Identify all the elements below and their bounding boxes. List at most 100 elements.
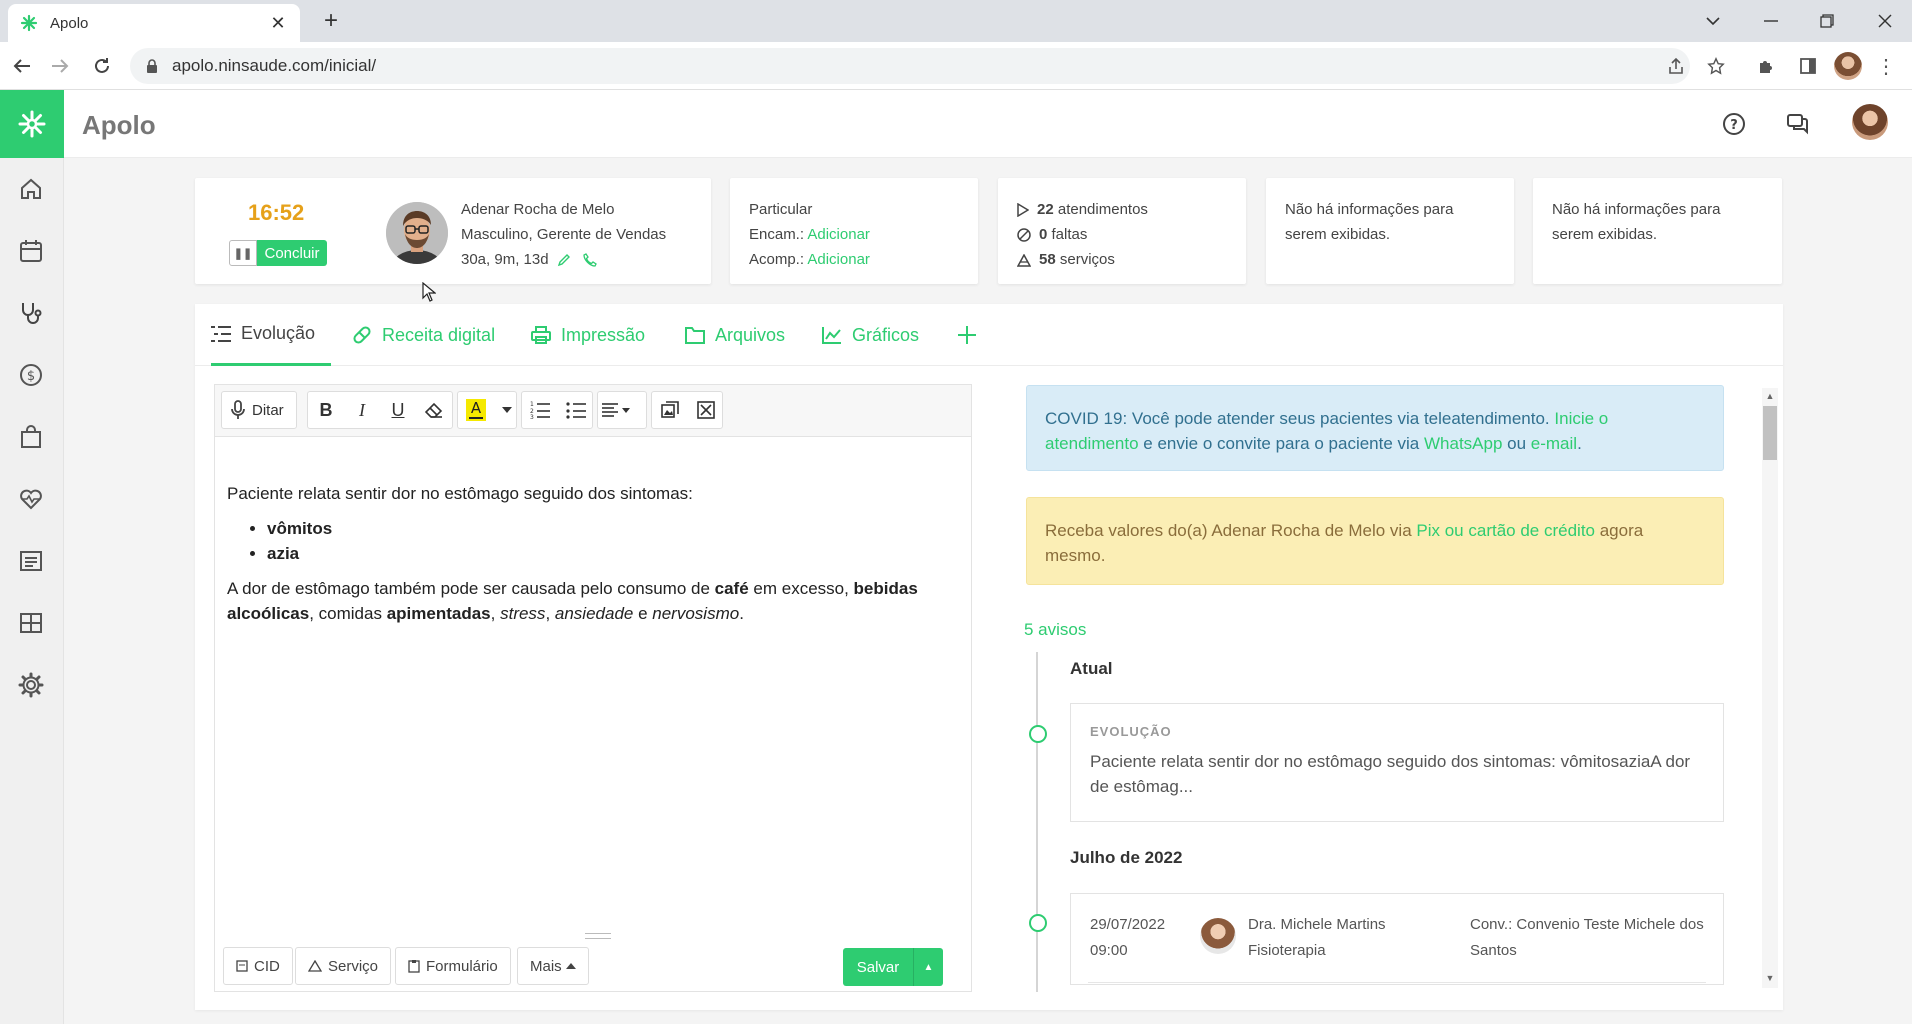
acomp-add-link[interactable]: Adicionar	[807, 251, 870, 268]
chrome-menu-icon[interactable]: ⋮	[1876, 54, 1896, 78]
address-bar[interactable]: apolo.ninsaude.com/inicial/	[130, 48, 1690, 84]
bold-button[interactable]: B	[308, 392, 344, 428]
sidebar-bag-icon[interactable]	[14, 420, 48, 454]
alert-text: e envie o convite para o paciente via	[1138, 434, 1424, 453]
acomp-label: Acomp.:	[749, 251, 805, 268]
sidebar-dollar-icon[interactable]: $	[14, 358, 48, 392]
browser-tab[interactable]: Apolo ✕	[8, 4, 300, 42]
sidebar-home-icon[interactable]	[14, 172, 48, 206]
phone-icon[interactable]	[583, 253, 597, 267]
appointment-card[interactable]: 29/07/2022 09:00 Dra. Michele Martins Fi…	[1070, 893, 1724, 985]
share-icon[interactable]	[1662, 52, 1690, 80]
line-chart-icon	[822, 326, 842, 344]
tab-arquivos-label: Arquivos	[715, 324, 786, 345]
doctor-avatar	[1200, 918, 1236, 954]
encam-add-link[interactable]: Adicionar	[807, 226, 870, 243]
payment-alert: Receba valores do(a) Adenar Rocha de Mel…	[1026, 497, 1724, 585]
cid-button[interactable]: CID	[223, 947, 293, 985]
pix-link[interactable]: Pix ou cartão de crédito	[1416, 521, 1595, 540]
restore-button[interactable]	[1812, 8, 1842, 34]
attendances-label: atendimentos	[1057, 201, 1148, 218]
bullet-list-icon[interactable]	[558, 392, 594, 428]
servico-button[interactable]: Serviço	[295, 947, 392, 985]
appointment-date: 29/07/2022	[1090, 916, 1166, 933]
editor-intro: Paciente relata sentir dor no estômago s…	[227, 484, 693, 503]
fullscreen-icon[interactable]	[688, 392, 724, 428]
servico-icon	[308, 960, 322, 972]
mais-button[interactable]: Mais	[517, 947, 589, 985]
text-span: e	[633, 604, 653, 623]
formulario-button[interactable]: Formulário	[395, 947, 511, 985]
minimize-button[interactable]	[1756, 8, 1786, 34]
formulario-label: Formulário	[426, 957, 498, 975]
add-tab-button[interactable]	[957, 304, 977, 366]
notices-link[interactable]: 5 avisos	[1024, 620, 1086, 640]
tab-graficos[interactable]: Gráficos	[822, 304, 919, 366]
tab-receita-digital[interactable]: Receita digital	[352, 304, 495, 366]
text-span: A dor de estômago também pode ser causad…	[227, 579, 715, 598]
italic-button[interactable]: I	[344, 392, 380, 428]
tab-arquivos[interactable]: Arquivos	[685, 304, 785, 366]
timeline-line	[1036, 652, 1038, 992]
ordered-list-icon[interactable]: 123	[522, 392, 558, 428]
sidebar-list-icon[interactable]	[14, 544, 48, 578]
save-dropdown-icon[interactable]: ▲	[913, 948, 943, 986]
services-triangle-icon	[1017, 253, 1031, 267]
image-icon[interactable]	[652, 392, 688, 428]
patient-name[interactable]: Adenar Rocha de Melo	[461, 201, 614, 218]
sidebar-gear-icon[interactable]	[14, 668, 48, 702]
save-button[interactable]: Salvar	[843, 948, 913, 986]
chrome-profile-avatar[interactable]	[1834, 52, 1862, 80]
new-tab-button[interactable]: +	[318, 9, 344, 35]
scrollbar-thumb[interactable]	[1763, 406, 1777, 460]
chat-icon[interactable]	[1782, 108, 1814, 140]
services-count: 58	[1039, 251, 1056, 268]
close-tab-icon[interactable]: ✕	[268, 13, 288, 33]
back-arrow-icon[interactable]	[10, 54, 34, 78]
acomp-row: Acomp.: Adicionar	[749, 251, 870, 268]
tab-evolucao[interactable]: Evolução	[211, 304, 332, 366]
info-2-line-1: Não há informações para	[1552, 201, 1721, 218]
align-left-icon	[598, 392, 634, 428]
forward-arrow-icon[interactable]	[48, 54, 72, 78]
evolution-card[interactable]: EVOLUÇÃO Paciente relata sentir dor no e…	[1070, 703, 1724, 822]
sidebar-calendar-icon[interactable]	[14, 234, 48, 268]
text-span: .	[739, 604, 744, 623]
user-avatar[interactable]	[1852, 104, 1888, 140]
app-topbar: Apolo ?	[64, 90, 1912, 158]
conclude-button[interactable]: Concluir	[257, 240, 327, 266]
close-window-button[interactable]	[1870, 8, 1900, 34]
tab-impressao[interactable]: Impressão	[531, 304, 645, 366]
sidebar-heartbeat-icon[interactable]	[14, 482, 48, 516]
side-panel-icon[interactable]	[1794, 52, 1822, 80]
timeline-dot	[1029, 914, 1047, 932]
text-color-dropdown-icon[interactable]	[494, 392, 520, 428]
timeline-scrollbar[interactable]	[1762, 388, 1778, 988]
dictate-button[interactable]: Ditar	[221, 391, 297, 429]
extensions-icon[interactable]	[1752, 52, 1780, 80]
whatsapp-link[interactable]: WhatsApp	[1424, 434, 1502, 453]
editor-resize-handle[interactable]	[585, 933, 611, 939]
email-link[interactable]: e-mail	[1531, 434, 1577, 453]
printer-icon	[531, 325, 551, 345]
reload-icon[interactable]	[90, 54, 114, 78]
bookmark-star-icon[interactable]	[1702, 52, 1730, 80]
scroll-down-arrow-icon[interactable]: ▼	[1764, 972, 1776, 984]
sidebar-stethoscope-icon[interactable]	[14, 296, 48, 330]
pause-button[interactable]: ❚❚	[229, 240, 257, 266]
patient-age-row: 30a, 9m, 13d	[461, 251, 597, 268]
align-dropdown[interactable]	[597, 391, 647, 429]
eraser-icon[interactable]	[416, 392, 452, 428]
sidebar-grid-icon[interactable]	[14, 606, 48, 640]
editor-content[interactable]: Paciente relata sentir dor no estômago s…	[227, 481, 957, 626]
edit-pencil-icon[interactable]	[557, 253, 571, 267]
services-row: 58 serviços	[1017, 251, 1115, 268]
italic-span: nervosismo	[652, 604, 740, 623]
tab-search-icon[interactable]	[1698, 8, 1728, 34]
text-color-button[interactable]: A	[458, 392, 494, 428]
apolo-logo[interactable]	[0, 90, 64, 158]
underline-button[interactable]: U	[380, 392, 416, 428]
scroll-up-arrow-icon[interactable]: ▲	[1764, 390, 1776, 402]
help-icon[interactable]: ?	[1718, 108, 1750, 140]
alert-text: ou	[1502, 434, 1531, 453]
